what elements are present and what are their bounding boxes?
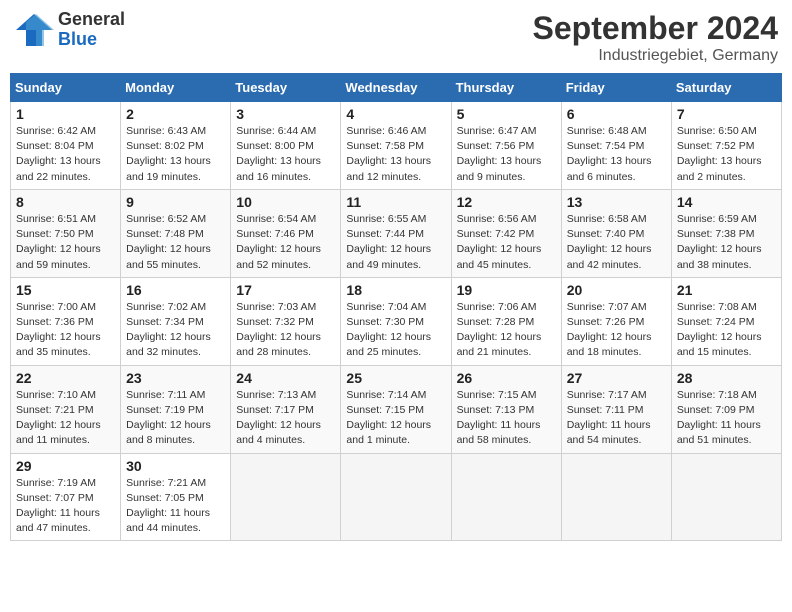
table-row — [341, 453, 451, 541]
table-row: 16Sunrise: 7:02 AMSunset: 7:34 PMDayligh… — [121, 277, 231, 365]
table-row: 22Sunrise: 7:10 AMSunset: 7:21 PMDayligh… — [11, 365, 121, 453]
table-row: 21Sunrise: 7:08 AMSunset: 7:24 PMDayligh… — [671, 277, 781, 365]
header-row: Sunday Monday Tuesday Wednesday Thursday… — [11, 74, 782, 102]
logo-blue: Blue — [58, 30, 125, 50]
col-thursday: Thursday — [451, 74, 561, 102]
table-row: 25Sunrise: 7:14 AMSunset: 7:15 PMDayligh… — [341, 365, 451, 453]
table-row: 7Sunrise: 6:50 AMSunset: 7:52 PMDaylight… — [671, 102, 781, 190]
title-block: September 2024 Industriegebiet, Germany — [533, 10, 778, 65]
table-row: 10Sunrise: 6:54 AMSunset: 7:46 PMDayligh… — [231, 189, 341, 277]
table-row — [671, 453, 781, 541]
logo-general: General — [58, 10, 125, 30]
table-row: 1Sunrise: 6:42 AMSunset: 8:04 PMDaylight… — [11, 102, 121, 190]
table-row: 24Sunrise: 7:13 AMSunset: 7:17 PMDayligh… — [231, 365, 341, 453]
table-row: 19Sunrise: 7:06 AMSunset: 7:28 PMDayligh… — [451, 277, 561, 365]
location: Industriegebiet, Germany — [533, 47, 778, 65]
table-row: 26Sunrise: 7:15 AMSunset: 7:13 PMDayligh… — [451, 365, 561, 453]
table-row: 4Sunrise: 6:46 AMSunset: 7:58 PMDaylight… — [341, 102, 451, 190]
table-row — [231, 453, 341, 541]
table-row: 11Sunrise: 6:55 AMSunset: 7:44 PMDayligh… — [341, 189, 451, 277]
table-row: 13Sunrise: 6:58 AMSunset: 7:40 PMDayligh… — [561, 189, 671, 277]
logo: General Blue — [14, 10, 125, 50]
table-row: 14Sunrise: 6:59 AMSunset: 7:38 PMDayligh… — [671, 189, 781, 277]
table-row: 5Sunrise: 6:47 AMSunset: 7:56 PMDaylight… — [451, 102, 561, 190]
table-row: 18Sunrise: 7:04 AMSunset: 7:30 PMDayligh… — [341, 277, 451, 365]
table-row: 20Sunrise: 7:07 AMSunset: 7:26 PMDayligh… — [561, 277, 671, 365]
table-row: 12Sunrise: 6:56 AMSunset: 7:42 PMDayligh… — [451, 189, 561, 277]
table-row: 15Sunrise: 7:00 AMSunset: 7:36 PMDayligh… — [11, 277, 121, 365]
logo-text: General Blue — [58, 10, 125, 50]
logo-icon — [14, 12, 54, 48]
col-monday: Monday — [121, 74, 231, 102]
table-row: 28Sunrise: 7:18 AMSunset: 7:09 PMDayligh… — [671, 365, 781, 453]
table-row: 27Sunrise: 7:17 AMSunset: 7:11 PMDayligh… — [561, 365, 671, 453]
table-row: 23Sunrise: 7:11 AMSunset: 7:19 PMDayligh… — [121, 365, 231, 453]
table-row: 17Sunrise: 7:03 AMSunset: 7:32 PMDayligh… — [231, 277, 341, 365]
col-tuesday: Tuesday — [231, 74, 341, 102]
table-row: 6Sunrise: 6:48 AMSunset: 7:54 PMDaylight… — [561, 102, 671, 190]
table-row — [561, 453, 671, 541]
table-row — [451, 453, 561, 541]
col-sunday: Sunday — [11, 74, 121, 102]
table-row: 9Sunrise: 6:52 AMSunset: 7:48 PMDaylight… — [121, 189, 231, 277]
table-row: 30Sunrise: 7:21 AMSunset: 7:05 PMDayligh… — [121, 453, 231, 541]
col-wednesday: Wednesday — [341, 74, 451, 102]
table-row: 29Sunrise: 7:19 AMSunset: 7:07 PMDayligh… — [11, 453, 121, 541]
page-header: General Blue September 2024 Industriegeb… — [10, 10, 782, 65]
table-row: 3Sunrise: 6:44 AMSunset: 8:00 PMDaylight… — [231, 102, 341, 190]
month-title: September 2024 — [533, 10, 778, 47]
table-row: 2Sunrise: 6:43 AMSunset: 8:02 PMDaylight… — [121, 102, 231, 190]
col-saturday: Saturday — [671, 74, 781, 102]
col-friday: Friday — [561, 74, 671, 102]
calendar-table: Sunday Monday Tuesday Wednesday Thursday… — [10, 73, 782, 541]
table-row: 8Sunrise: 6:51 AMSunset: 7:50 PMDaylight… — [11, 189, 121, 277]
